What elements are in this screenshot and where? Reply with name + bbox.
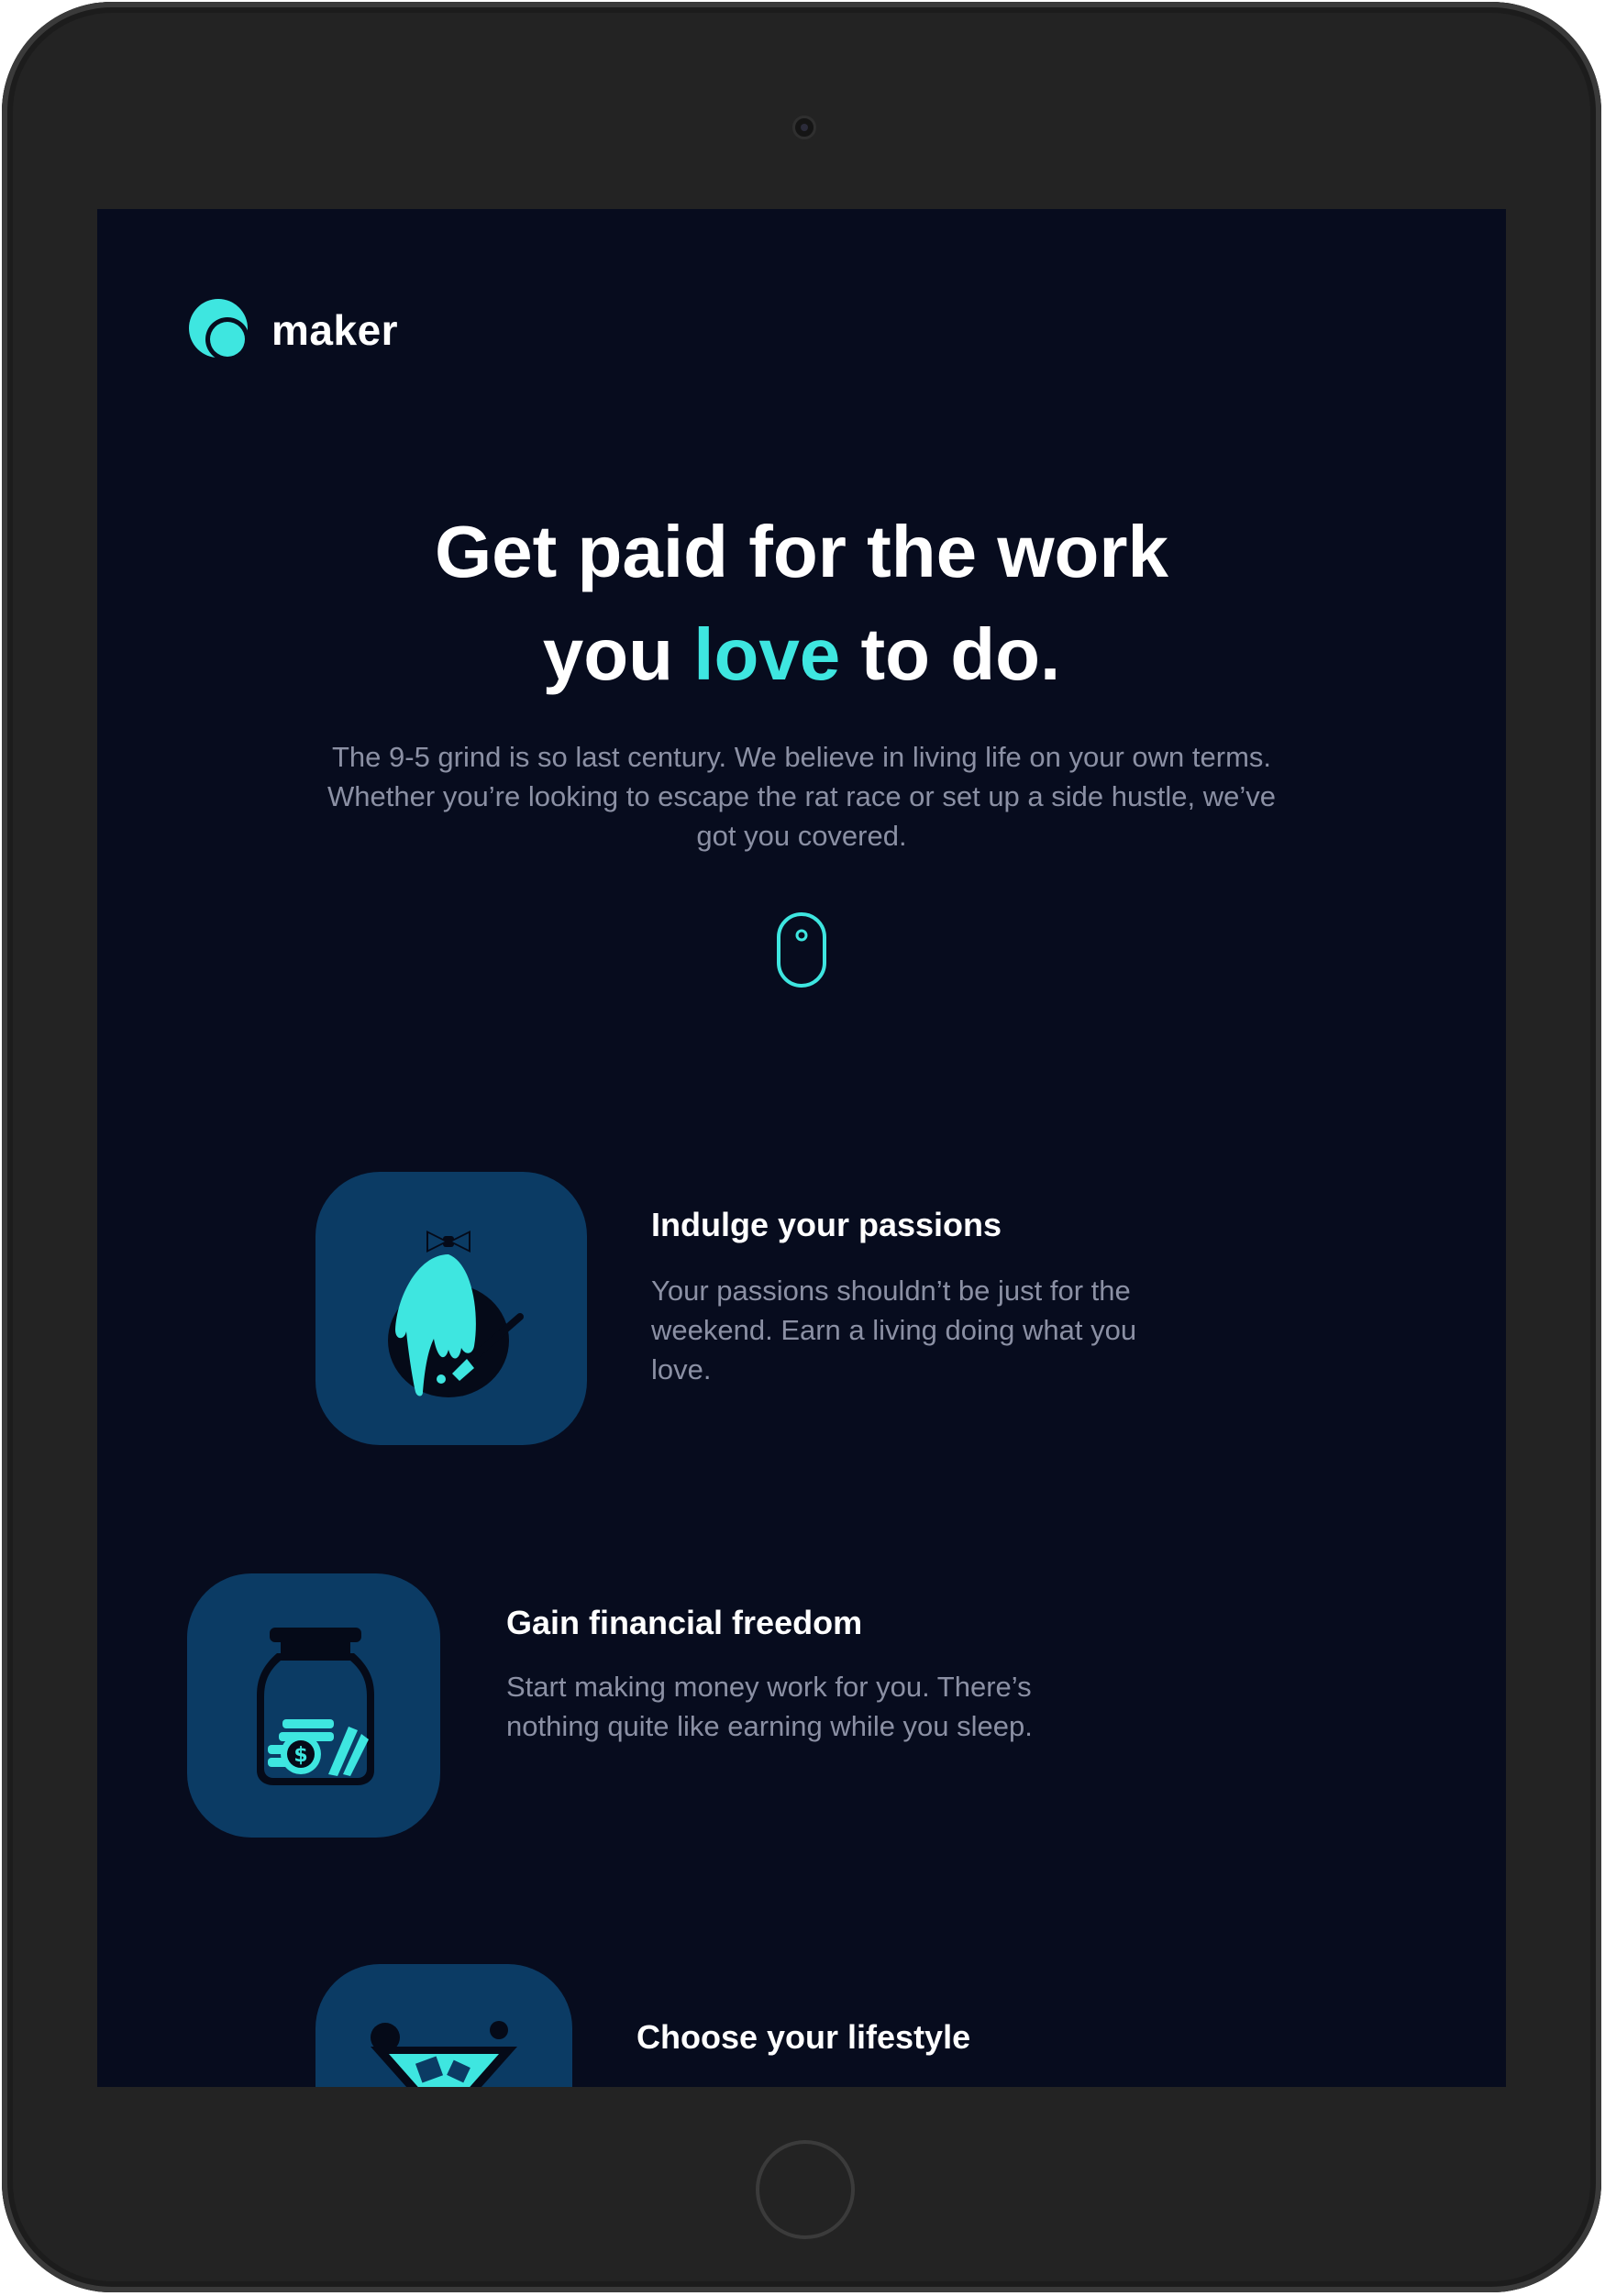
- paint-drip-egg-icon: [388, 1231, 524, 1397]
- front-camera: [792, 116, 816, 139]
- mouse-scroll-icon[interactable]: [776, 911, 827, 988]
- cocktail-glass-icon: [371, 2021, 517, 2087]
- brand-name: maker: [271, 306, 399, 354]
- headline-line-1: Get paid for the work: [434, 511, 1169, 592]
- home-button[interactable]: [756, 2140, 855, 2239]
- feature-icon-tile: $: [187, 1573, 440, 1838]
- svg-text:$: $: [293, 1744, 307, 1767]
- feature-title: Gain financial freedom: [506, 1604, 863, 1641]
- headline-after: to do.: [840, 613, 1061, 695]
- feature-description: Start making money work for you. There’s…: [506, 1671, 1033, 1742]
- tablet-frame: maker Get paid for the work you love to …: [2, 2, 1601, 2292]
- hero-headline: Get paid for the work you love to do.: [97, 501, 1506, 706]
- money-jar-icon: $: [257, 1628, 374, 1785]
- feature-description: Your passions shouldn’t be just for the …: [651, 1275, 1137, 1385]
- feature-title: Choose your lifestyle: [636, 2018, 971, 2056]
- screen: maker Get paid for the work you love to …: [97, 209, 1506, 2087]
- headline-accent-word: love: [693, 613, 841, 695]
- hero-intro: The 9-5 grind is so last century. We bel…: [327, 741, 1276, 852]
- brand-logo[interactable]: maker: [187, 297, 398, 363]
- maker-logo-icon: [189, 299, 249, 361]
- headline-before: you: [542, 613, 694, 695]
- feature-icon-tile: [315, 1964, 572, 2087]
- feature-icon-tile: [315, 1172, 587, 1445]
- feature-title: Indulge your passions: [651, 1206, 1002, 1243]
